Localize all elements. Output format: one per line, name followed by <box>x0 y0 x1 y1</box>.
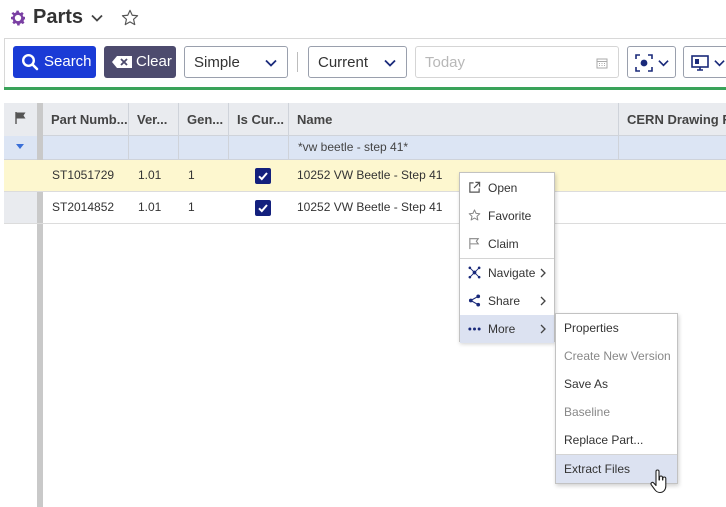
chevron-right-icon <box>540 324 546 334</box>
version-select[interactable]: Current <box>308 46 407 78</box>
more-submenu: Properties Create New Version Save As Ba… <box>555 313 678 484</box>
menu-item-label: Baseline <box>564 405 611 419</box>
search-icon <box>21 53 39 71</box>
column-header-generation[interactable]: Gen... <box>179 103 229 136</box>
menu-item-claim[interactable]: Claim <box>460 230 554 258</box>
menu-item-navigate[interactable]: Navigate <box>460 259 554 287</box>
clear-button-label: Clear <box>136 53 172 70</box>
grid-filter-row: *vw beetle - step 41* <box>43 136 726 160</box>
calendar-icon[interactable] <box>596 57 608 69</box>
menu-item-label: Open <box>488 181 518 195</box>
menu-item-label: Save As <box>564 377 609 391</box>
menu-item-favorite[interactable]: Favorite <box>460 202 554 230</box>
search-mode-select[interactable]: Simple <box>184 46 288 78</box>
page-header: Parts <box>0 0 726 38</box>
menu-item-label: Create New Version <box>564 349 671 363</box>
chevron-right-icon <box>540 268 546 278</box>
menu-item-label: Replace Part... <box>564 433 644 447</box>
cell-version: 1.01 <box>138 200 162 214</box>
cell-generation: 1 <box>188 168 195 182</box>
table-row[interactable]: ST2014852 1.01 1 10252 VW Beetle - Step … <box>4 192 726 224</box>
column-header-name[interactable]: Name <box>289 103 619 136</box>
view-mode-button[interactable] <box>627 46 676 78</box>
share-icon <box>468 294 481 307</box>
chevron-down-icon <box>714 60 725 67</box>
flag-icon <box>469 237 480 250</box>
submenu-item-baseline: Baseline <box>556 398 677 426</box>
column-header-is-current[interactable]: Is Cur... <box>229 103 289 136</box>
network-icon <box>468 266 481 279</box>
hand-pointer-icon <box>650 469 667 494</box>
filter-cell-generation[interactable] <box>179 136 229 160</box>
monitor-icon <box>691 55 709 71</box>
menu-item-label: Extract Files <box>564 462 631 476</box>
menu-item-label: Properties <box>564 321 619 335</box>
table-row[interactable]: ST1051729 1.01 1 10252 VW Beetle - Step … <box>4 160 726 192</box>
column-header-part-number[interactable]: Part Numb... <box>43 103 129 136</box>
submenu-item-replace-part[interactable]: Replace Part... <box>556 426 677 454</box>
more-dots-icon <box>468 327 481 331</box>
toolbar-divider <box>297 52 298 72</box>
chevron-down-icon <box>265 59 277 67</box>
chevron-down-icon <box>658 60 669 67</box>
clear-button[interactable]: Clear <box>104 46 176 78</box>
row-flag-cell <box>4 192 37 224</box>
menu-item-label: Favorite <box>488 209 532 223</box>
page-title: Parts <box>33 6 84 28</box>
filter-cell-name[interactable]: *vw beetle - step 41* <box>289 136 619 160</box>
menu-item-share[interactable]: Share <box>460 287 554 315</box>
search-button[interactable]: Search <box>13 46 96 78</box>
checkmark-icon <box>258 204 268 213</box>
date-field-placeholder: Today <box>425 54 466 71</box>
menu-item-open[interactable]: Open <box>460 174 554 202</box>
filter-cell-is-current[interactable] <box>229 136 289 160</box>
version-value: Current <box>318 54 369 71</box>
filter-cell-cern-drawing-ref[interactable] <box>619 136 726 160</box>
search-button-label: Search <box>44 53 92 70</box>
column-header-version[interactable]: Ver... <box>129 103 179 136</box>
external-link-icon <box>469 181 481 193</box>
toolbar-status-line <box>4 87 726 90</box>
target-icon <box>635 54 653 72</box>
submenu-item-save-as[interactable]: Save As <box>556 370 677 398</box>
context-menu: Open Favorite Claim Navigate Share More <box>459 172 555 343</box>
menu-item-label: Share <box>488 294 521 308</box>
star-outline-icon <box>468 209 481 221</box>
chevron-down-icon <box>384 59 396 67</box>
menu-item-label: More <box>488 322 516 336</box>
menu-item-label: Claim <box>488 237 519 251</box>
submenu-item-properties[interactable]: Properties <box>556 314 677 342</box>
cell-version: 1.01 <box>138 168 162 182</box>
row-flag-cell <box>4 160 37 192</box>
menu-item-label: Navigate <box>488 266 536 280</box>
is-current-checkbox[interactable] <box>255 200 271 216</box>
filter-cell-version[interactable] <box>129 136 179 160</box>
gear-icon <box>10 10 26 26</box>
grid-header: Part Numb... Ver... Gen... Is Cur... Nam… <box>43 103 726 136</box>
date-field[interactable]: Today <box>415 46 619 78</box>
search-mode-value: Simple <box>194 54 240 71</box>
column-header-cern-drawing-ref[interactable]: CERN Drawing Ref <box>619 103 726 136</box>
cell-name: 10252 VW Beetle - Step 41 <box>297 168 443 182</box>
cell-part-number: ST2014852 <box>52 200 115 214</box>
checkmark-icon <box>258 172 268 181</box>
caret-down-icon[interactable] <box>16 144 24 150</box>
chevron-right-icon <box>540 296 546 306</box>
is-current-checkbox[interactable] <box>255 168 271 184</box>
star-outline-icon[interactable] <box>120 8 140 28</box>
cell-part-number: ST1051729 <box>52 168 115 182</box>
cell-generation: 1 <box>188 200 195 214</box>
menu-item-more[interactable]: More <box>460 315 554 343</box>
submenu-item-create-new-version: Create New Version <box>556 342 677 370</box>
filter-cell-part-number[interactable] <box>43 136 129 160</box>
clear-icon <box>112 56 132 68</box>
display-options-button[interactable] <box>683 46 726 78</box>
flag-icon <box>15 112 26 124</box>
chevron-down-icon[interactable] <box>90 11 104 25</box>
cell-name: 10252 VW Beetle - Step 41 <box>297 200 443 214</box>
